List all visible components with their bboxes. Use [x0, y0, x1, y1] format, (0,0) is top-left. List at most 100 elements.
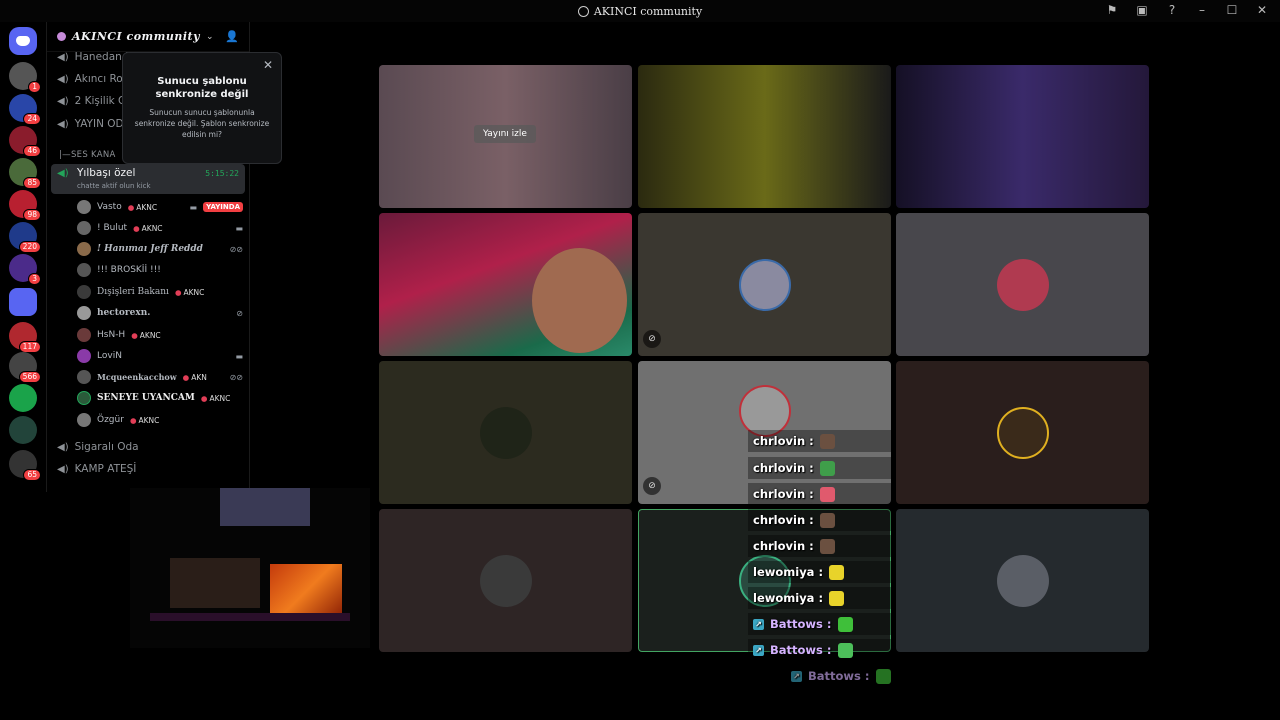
watch-stream-button[interactable]: Yayını izle: [474, 125, 536, 143]
flag-icon[interactable]: ⚑: [1104, 3, 1120, 17]
channel-name: Sigaralı Oda: [74, 441, 139, 453]
video-tile[interactable]: [896, 213, 1149, 356]
voice-user[interactable]: Mcqueenkacchow AKN ⊘⊘: [77, 368, 243, 386]
emote-icon: [819, 433, 835, 449]
voice-user[interactable]: hectorexn. ⊘: [77, 304, 243, 322]
chat-message: ↗ Battows :: [748, 639, 891, 661]
avatar: [738, 258, 791, 311]
voice-user[interactable]: !!! BROSKİİ !!!: [77, 261, 243, 279]
unread-badge: 46: [23, 145, 41, 157]
voice-channel[interactable]: ◀) Akıncı Ro: [57, 73, 123, 85]
server-icon[interactable]: 3: [9, 254, 41, 285]
server-icon[interactable]: 1: [9, 62, 41, 93]
video-tile[interactable]: [896, 65, 1149, 208]
call-timer: 5:15:22: [205, 169, 239, 178]
template-sync-popup: ✕ Sunucu şablonu senkronize değil Sunucu…: [122, 52, 282, 164]
active-voice-channel[interactable]: ◀) Yılbaşı özel chatte aktif olun kick 5…: [51, 164, 245, 194]
voice-user[interactable]: HsN-H AKNC: [77, 326, 243, 344]
popup-body: Sunucun sunucu şablonunla senkronize değ…: [134, 108, 270, 139]
chat-username: Battows :: [770, 617, 832, 631]
video-tile[interactable]: [379, 509, 632, 652]
user-name: SENEYE UYANCAM: [97, 393, 195, 403]
server-icon[interactable]: [9, 384, 37, 412]
screen-icon[interactable]: ▣: [1134, 3, 1150, 17]
help-icon[interactable]: ?: [1164, 3, 1180, 17]
speaker-icon: ◀): [57, 95, 69, 107]
muted-icon: ⊘⊘: [229, 244, 243, 254]
channel-category[interactable]: |—SES KANA: [59, 150, 116, 160]
unread-badge: 220: [18, 241, 41, 253]
chat-username: Battows :: [770, 643, 832, 657]
minimize-icon[interactable]: –: [1194, 3, 1210, 17]
muted-icon: ⊘: [643, 477, 661, 495]
voice-user[interactable]: ! Bulut AKNC ▬: [77, 219, 243, 237]
user-tag: AKN: [183, 373, 207, 382]
chat-message: lewomiya :: [748, 587, 891, 609]
popup-title: Sunucu şablonu senkronize değil: [155, 76, 249, 100]
user-name: Dışişleri Bakanı: [97, 287, 169, 297]
server-icon[interactable]: 117: [9, 322, 41, 353]
avatar: [77, 391, 91, 405]
server-icon[interactable]: 65: [9, 450, 41, 481]
live-badge: YAYINDA: [203, 202, 243, 212]
avatar: [77, 263, 91, 277]
discord-home-icon[interactable]: [9, 27, 37, 55]
user-name: hectorexn.: [97, 308, 151, 318]
server-icon[interactable]: 85: [9, 158, 41, 189]
voice-user[interactable]: LoviN ▬: [77, 347, 243, 365]
video-tile[interactable]: [896, 361, 1149, 504]
video-tile[interactable]: [638, 213, 891, 356]
emote-icon: [819, 486, 835, 502]
chat-message: chrlovin :: [748, 535, 891, 557]
emote-icon: [829, 590, 845, 606]
server-icon[interactable]: 98: [9, 190, 41, 221]
twitch-icon: ↗: [753, 618, 764, 630]
voice-channel[interactable]: ◀) 2 Kişilik O: [57, 95, 126, 107]
camera-off-icon: ⊘: [643, 330, 661, 348]
avatar: [77, 349, 91, 363]
voice-channel[interactable]: ◀) KAMP ATEŞİ: [57, 463, 136, 475]
chat-message: ↗ Battows :: [786, 665, 929, 687]
add-member-icon[interactable]: 👤: [225, 30, 239, 43]
camera-icon: ▬: [235, 351, 243, 361]
speaker-icon: ◀): [57, 51, 69, 63]
muted-icon: ⊘⊘: [229, 372, 243, 382]
chevron-down-icon[interactable]: ⌄: [206, 32, 214, 42]
chat-username: chrlovin :: [753, 487, 814, 501]
user-name: ! Bulut: [97, 223, 128, 233]
unread-badge: 98: [23, 209, 41, 221]
video-tile[interactable]: [379, 361, 632, 504]
server-icon[interactable]: 566: [9, 352, 41, 383]
camera-icon: ▬: [189, 202, 198, 212]
channel-name: KAMP ATEŞİ: [74, 463, 137, 475]
avatar: [77, 413, 91, 427]
voice-channel[interactable]: ◀) YAYIN OD: [57, 118, 124, 130]
server-icon[interactable]: 24: [9, 94, 41, 125]
channel-status: chatte aktif olun kick: [77, 182, 151, 190]
monitor: [170, 558, 260, 608]
video-tile[interactable]: [638, 65, 891, 208]
maximize-icon[interactable]: ☐: [1224, 3, 1240, 17]
close-icon[interactable]: ✕: [263, 58, 273, 72]
close-icon[interactable]: ✕: [1254, 3, 1270, 17]
voice-user[interactable]: Dışişleri Bakanı AKNC: [77, 283, 243, 301]
video-tile[interactable]: [379, 213, 632, 356]
voice-channel[interactable]: ◀) Sigaralı Oda: [57, 441, 139, 453]
server-header[interactable]: AKINCI community ⌄ 👤: [47, 22, 249, 52]
unread-badge: 566: [18, 371, 41, 383]
voice-user[interactable]: SENEYE UYANCAM AKNC: [77, 389, 243, 407]
server-icon[interactable]: 220: [9, 222, 41, 253]
chat-username: chrlovin :: [753, 434, 814, 448]
chat-message: chrlovin :: [748, 509, 891, 531]
avatar: [77, 328, 91, 342]
avatar: [77, 242, 91, 256]
voice-user[interactable]: Özgür AKNC: [77, 411, 243, 429]
stream-tile[interactable]: Yayını izle: [379, 65, 632, 208]
user-name: LoviN: [97, 351, 122, 361]
voice-user[interactable]: ! Hanımaı Jeff Reddd ⊘⊘: [77, 240, 243, 258]
folder-icon[interactable]: [9, 288, 37, 316]
video-tile[interactable]: [896, 509, 1149, 652]
voice-user[interactable]: Vasto AKNC ▬ YAYINDA: [77, 198, 243, 216]
server-icon[interactable]: [9, 416, 37, 444]
server-icon[interactable]: 46: [9, 126, 41, 157]
